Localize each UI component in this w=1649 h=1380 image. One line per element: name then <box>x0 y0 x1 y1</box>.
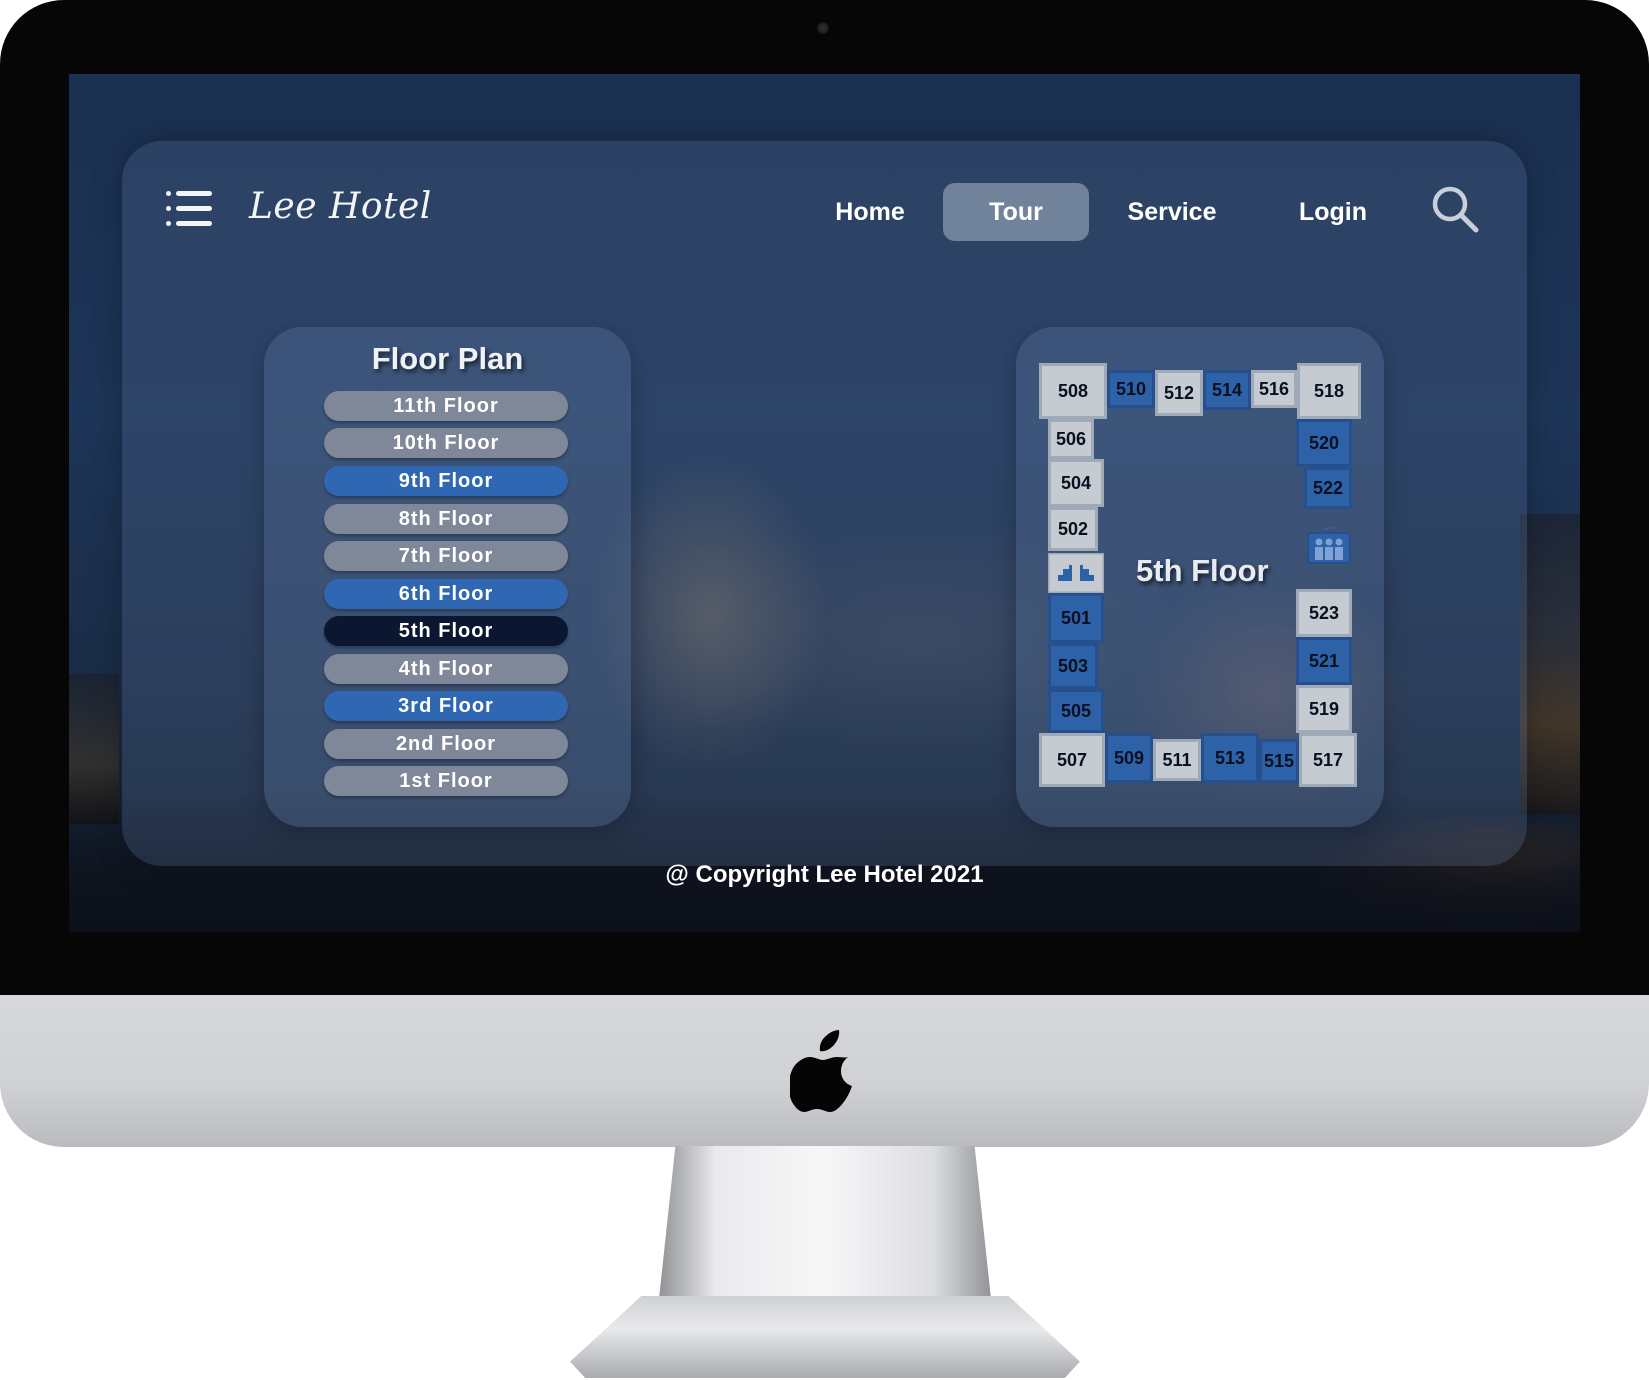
room-507[interactable]: 507 <box>1039 733 1105 787</box>
floor-button-5[interactable]: 5th Floor <box>324 616 568 646</box>
room-515[interactable]: 515 <box>1259 739 1299 783</box>
floor-button-1[interactable]: 1st Floor <box>324 766 568 796</box>
nav-login[interactable]: Login <box>1263 183 1403 241</box>
nav-service[interactable]: Service <box>1097 183 1247 241</box>
room-513[interactable]: 513 <box>1201 733 1259 783</box>
room-519[interactable]: 519 <box>1296 685 1352 733</box>
room-509[interactable]: 509 <box>1105 733 1153 783</box>
floor-button-8[interactable]: 8th Floor <box>324 504 568 534</box>
room-501[interactable]: 501 <box>1048 593 1104 643</box>
room-514[interactable]: 514 <box>1203 370 1251 410</box>
nav-home[interactable]: Home <box>800 183 940 241</box>
room-512[interactable]: 512 <box>1155 370 1203 416</box>
room-520[interactable]: 520 <box>1296 419 1352 467</box>
floor-button-10[interactable]: 10th Floor <box>324 428 568 458</box>
brand-logo[interactable]: Lee Hotel <box>249 186 432 227</box>
room-510[interactable]: 510 <box>1107 370 1155 408</box>
floor-button-6[interactable]: 6th Floor <box>324 579 568 609</box>
floor-button-4[interactable]: 4th Floor <box>324 654 568 684</box>
apple-logo-icon <box>790 1030 852 1112</box>
floor-map-card: 508 510 512 514 516 518 506 504 502 501 … <box>1016 327 1384 827</box>
hamburger-menu-icon[interactable] <box>166 189 212 229</box>
copyright-footer: @ Copyright Lee Hotel 2021 <box>665 861 984 888</box>
room-505[interactable]: 505 <box>1048 689 1104 733</box>
floor-button-9[interactable]: 9th Floor <box>324 466 568 496</box>
room-518[interactable]: 518 <box>1297 363 1361 419</box>
floor-button-11[interactable]: 11th Floor <box>324 391 568 421</box>
search-icon[interactable] <box>1430 184 1480 234</box>
camera-icon <box>817 22 829 34</box>
room-523[interactable]: 523 <box>1296 589 1352 637</box>
floor-button-3[interactable]: 3rd Floor <box>324 691 568 721</box>
screen: Lee Hotel Home Tour Service Login Floor … <box>69 74 1580 932</box>
stairs-icon <box>1048 553 1104 593</box>
elevator-icon <box>1307 527 1351 564</box>
background-city-right <box>1520 514 1580 814</box>
room-503[interactable]: 503 <box>1048 643 1098 689</box>
monitor-stand-foot <box>570 1296 1080 1378</box>
room-516[interactable]: 516 <box>1251 370 1297 408</box>
floor-map-title: 5th Floor <box>1136 553 1269 588</box>
floor-plan-card: Floor Plan 11th Floor 10th Floor 9th Flo… <box>264 327 631 827</box>
floor-button-7[interactable]: 7th Floor <box>324 541 568 571</box>
room-522[interactable]: 522 <box>1304 467 1352 509</box>
room-517[interactable]: 517 <box>1299 733 1357 787</box>
nav-tour[interactable]: Tour <box>943 183 1089 241</box>
room-521[interactable]: 521 <box>1296 637 1352 685</box>
room-511[interactable]: 511 <box>1153 739 1201 781</box>
room-506[interactable]: 506 <box>1048 419 1094 459</box>
room-504[interactable]: 504 <box>1048 459 1104 507</box>
floor-button-2[interactable]: 2nd Floor <box>324 729 568 759</box>
room-502[interactable]: 502 <box>1048 507 1098 551</box>
floor-plan-title: Floor Plan <box>371 341 524 376</box>
room-508[interactable]: 508 <box>1039 363 1107 419</box>
